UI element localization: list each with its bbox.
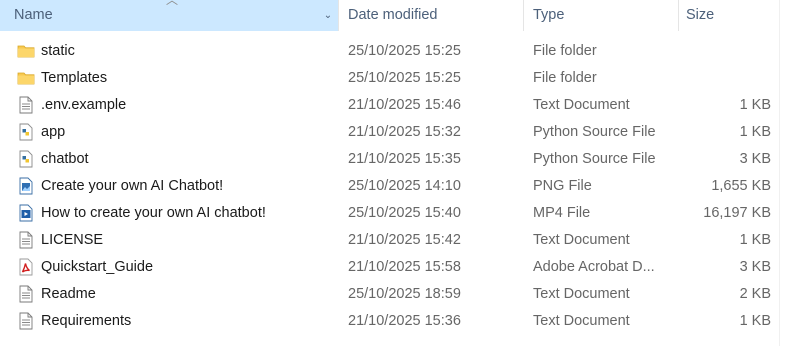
- file-date-modified: 25/10/2025 15:40: [348, 205, 461, 221]
- file-size: 1,655 KB: [711, 178, 771, 194]
- file-row[interactable]: app 21/10/2025 15:32 Python Source File 1 K…: [0, 119, 779, 146]
- python-file-icon: [17, 150, 35, 168]
- file-size: 1 KB: [739, 97, 771, 113]
- size-column-label: Size: [686, 7, 715, 23]
- text-document-icon: [17, 285, 35, 303]
- text-document-icon: [17, 312, 35, 330]
- file-date-modified: 21/10/2025 15:32: [348, 124, 461, 140]
- column-header-bar: Name ︿ ⌄ Date modified Type Size: [0, 0, 794, 31]
- file-row[interactable]: Create your own AI Chatbot! 25/10/2025 14…: [0, 173, 779, 200]
- file-name: Quickstart_Guide: [41, 259, 154, 275]
- file-date-modified: 25/10/2025 18:59: [348, 286, 461, 302]
- file-date-modified: 21/10/2025 15:58: [348, 259, 461, 275]
- scrollbar-edge: [779, 0, 780, 346]
- file-row[interactable]: .env.example 21/10/2025 15:46 Text Documen…: [0, 92, 779, 119]
- file-date-modified: 21/10/2025 15:35: [348, 151, 461, 167]
- file-type: Python Source File: [533, 124, 656, 140]
- file-name: LICENSE: [41, 232, 104, 248]
- name-column-label: Name: [14, 7, 53, 23]
- image-file-icon: [17, 177, 35, 195]
- file-date-modified: 21/10/2025 15:36: [348, 313, 461, 329]
- file-name: How to create your own AI chatbot!: [41, 205, 266, 221]
- file-date-modified: 21/10/2025 15:46: [348, 97, 461, 113]
- file-row[interactable]: static 25/10/2025 15:25 File folder: [0, 38, 779, 65]
- file-row[interactable]: Requirements 21/10/2025 15:36 Text Documen…: [0, 308, 779, 335]
- type-column-header[interactable]: Type: [524, 0, 679, 31]
- date-modified-column-header[interactable]: Date modified: [339, 0, 523, 31]
- chevron-down-icon[interactable]: ⌄: [322, 10, 334, 22]
- file-size: 3 KB: [739, 259, 771, 275]
- sort-ascending-icon: ︿: [166, 0, 179, 7]
- text-document-icon: [17, 96, 35, 114]
- file-name: static: [41, 43, 75, 59]
- file-size: 1 KB: [739, 124, 771, 140]
- file-type: PNG File: [533, 178, 592, 194]
- folder-icon: [17, 42, 35, 60]
- file-name: Templates: [41, 70, 108, 86]
- type-column-label: Type: [533, 7, 565, 23]
- file-name: Readme: [41, 286, 96, 302]
- video-file-icon: [17, 204, 35, 222]
- file-name: Create your own AI Chatbot!: [41, 178, 224, 194]
- file-type: Adobe Acrobat D...: [533, 259, 655, 275]
- file-row[interactable]: chatbot 21/10/2025 15:35 Python Source Fil…: [0, 146, 779, 173]
- file-row[interactable]: How to create your own AI chatbot! 25/10/…: [0, 200, 779, 227]
- pdf-file-icon: [17, 258, 35, 276]
- file-row[interactable]: Quickstart_Guide 21/10/2025 15:58 Adobe Ac…: [0, 254, 779, 281]
- file-type: File folder: [533, 43, 597, 59]
- file-name: app: [41, 124, 66, 140]
- file-name: .env.example: [41, 97, 127, 113]
- file-size: 1 KB: [739, 232, 771, 248]
- file-type: Text Document: [533, 232, 630, 248]
- file-size: 2 KB: [739, 286, 771, 302]
- file-date-modified: 21/10/2025 15:42: [348, 232, 461, 248]
- file-size: 1 KB: [739, 313, 771, 329]
- python-file-icon: [17, 123, 35, 141]
- file-row[interactable]: Templates 25/10/2025 15:25 File folder: [0, 65, 779, 92]
- file-type: File folder: [533, 70, 597, 86]
- file-type: Python Source File: [533, 151, 656, 167]
- file-type: Text Document: [533, 97, 630, 113]
- file-date-modified: 25/10/2025 15:25: [348, 70, 461, 86]
- folder-icon: [17, 69, 35, 87]
- text-document-icon: [17, 231, 35, 249]
- file-size: [679, 65, 771, 92]
- file-date-modified: 25/10/2025 14:10: [348, 178, 461, 194]
- date-column-label: Date modified: [348, 7, 438, 23]
- file-type: MP4 File: [533, 205, 591, 221]
- file-date-modified: 25/10/2025 15:25: [348, 43, 461, 59]
- size-column-header[interactable]: Size: [679, 0, 779, 31]
- file-row[interactable]: Readme 25/10/2025 18:59 Text Document 2 KB: [0, 281, 779, 308]
- file-name: Requirements: [41, 313, 132, 329]
- file-size: 3 KB: [739, 151, 771, 167]
- file-type: Text Document: [533, 286, 630, 302]
- file-row[interactable]: LICENSE 21/10/2025 15:42 Text Document 1 KB: [0, 227, 779, 254]
- file-size: 16,197 KB: [703, 205, 771, 221]
- file-size: [679, 38, 771, 65]
- file-name: chatbot: [41, 151, 89, 167]
- file-type: Text Document: [533, 313, 630, 329]
